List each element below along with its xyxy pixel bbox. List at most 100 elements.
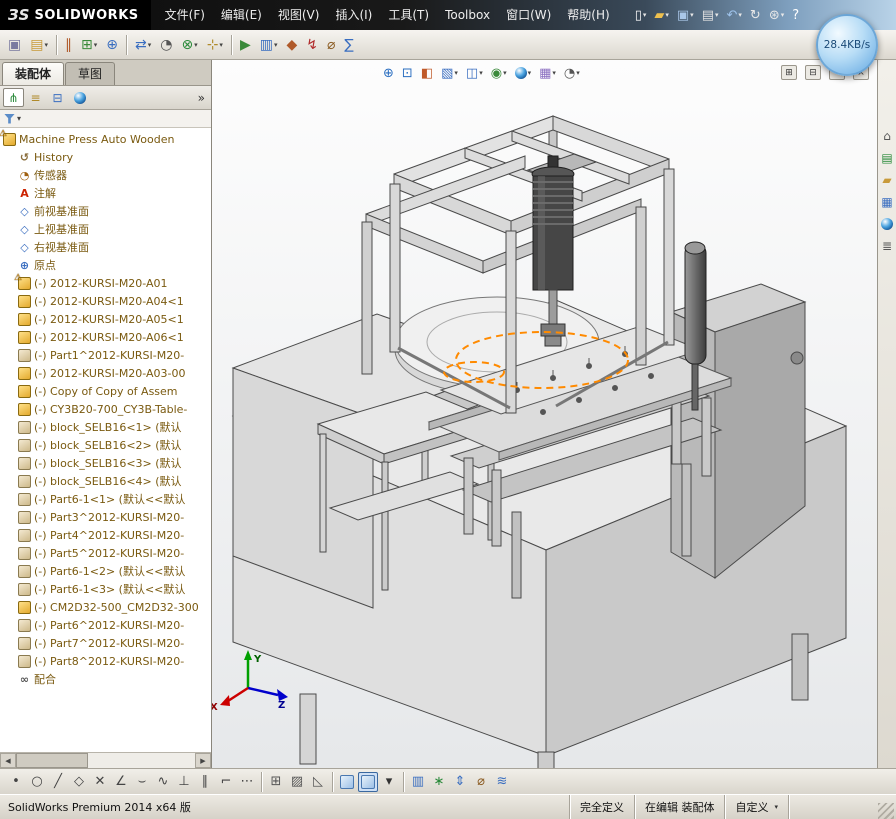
help-button[interactable]: ? — [789, 4, 802, 26]
hide-show-items-button[interactable]: ◉ ▾ — [488, 63, 510, 83]
propertymanager-tab-icon[interactable]: ≡ — [25, 88, 46, 107]
menu-item-0[interactable]: 文件(F) — [157, 0, 213, 30]
model-canvas[interactable]: Y Z X — [212, 60, 877, 768]
open-document-button[interactable]: ▰ ▾ — [651, 4, 672, 26]
assembly-features-button[interactable]: ⊗ ▾ — [177, 33, 201, 57]
options-button[interactable]: ⊛ ▾ — [766, 4, 787, 26]
tree-item-front-plane[interactable]: ◇ 前视基准面 — [0, 202, 211, 220]
tree-item-top-plane[interactable]: ◇ 上视基准面 — [0, 220, 211, 238]
assembly-xpert-button[interactable]: ∗ — [429, 772, 449, 792]
tree-item-a05[interactable]: (-) 2012-KURSI-M20-A05<1 — [0, 310, 211, 328]
grid-snap-button[interactable]: ⊞ — [266, 772, 286, 792]
design-library-icon[interactable]: ▤ — [879, 150, 895, 166]
move-component-button[interactable]: ⇄ ▾ — [131, 33, 155, 57]
panel-horizontal-scrollbar[interactable]: ◀ ▶ — [0, 752, 211, 768]
tree-item-sensors[interactable]: ◔ 传感器 — [0, 166, 211, 184]
view-normal-button[interactable] — [337, 772, 357, 792]
scroll-left-arrow[interactable]: ◀ — [0, 753, 16, 768]
custom-properties-icon[interactable]: ≣ — [879, 238, 895, 254]
menu-item-2[interactable]: 视图(V) — [270, 0, 328, 30]
network-speed-overlay[interactable]: 28.4KB/s — [816, 14, 878, 76]
tree-item-part3[interactable]: (-) Part3^2012-KURSI-M20- — [0, 508, 211, 526]
mate-button[interactable]: ≋ — [492, 772, 512, 792]
status-custom-dropdown[interactable]: 自定义 ▾ — [724, 795, 788, 819]
mate-button[interactable]: ∥ — [61, 33, 76, 57]
sketch-arc-button[interactable]: ⌣ — [132, 772, 152, 792]
rebuild-button[interactable]: ↻ — [747, 4, 764, 26]
print-button[interactable]: ▤ ▾ — [699, 4, 722, 26]
save-button[interactable]: ▣ ▾ — [674, 4, 697, 26]
edit-appearance-button[interactable]: ▾ — [512, 63, 535, 83]
menu-item-4[interactable]: 工具(T) — [380, 0, 437, 30]
display-style-button[interactable]: ◫ ▾ — [463, 63, 486, 83]
doc-tile-icon[interactable]: ⊞ — [781, 65, 797, 80]
bill-of-materials-button[interactable]: ▥ ▾ — [256, 33, 282, 57]
sketch-spline-button[interactable]: ∿ — [153, 772, 173, 792]
tree-item-part6-1-2[interactable]: (-) Part6-1<2> (默认<<默认 — [0, 562, 211, 580]
tree-item-copy-assem[interactable]: (-) Copy of Copy of Assem — [0, 382, 211, 400]
motion-study-button[interactable]: ▶ — [236, 33, 255, 57]
measure-button[interactable]: ⌀ — [471, 772, 491, 792]
graphics-viewport[interactable]: Y Z X ⊕⊡◧▧▾◫▾◉▾▾▦▾◔▾ ⊞⊟‒× — [212, 60, 877, 768]
resize-grip[interactable] — [878, 803, 894, 819]
menu-item-7[interactable]: 帮助(H) — [559, 0, 617, 30]
configurationmanager-tab-icon[interactable]: ⊟ — [47, 88, 68, 107]
tree-item-cm2d32[interactable]: (-) CM2D32-500_CM2D32-300 — [0, 598, 211, 616]
view-isometric-button[interactable] — [358, 771, 378, 792]
tree-item-part6-1-1[interactable]: (-) Part6-1<1> (默认<<默认 — [0, 490, 211, 508]
insert-components-button[interactable]: ▤ ▾ — [26, 33, 52, 57]
tree-item-block-selb16-2[interactable]: (-) block_SELB16<2> (默认 — [0, 436, 211, 454]
section-view-button[interactable]: ◧ — [418, 63, 436, 83]
menu-item-5[interactable]: Toolbox — [437, 0, 498, 30]
tree-item-origin[interactable]: ⊕ 原点 — [0, 256, 211, 274]
reference-geometry-button[interactable]: ⊹ ▾ — [203, 33, 227, 57]
featuremanager-tab-icon[interactable]: ⋔ — [3, 88, 24, 107]
tree-item-part8[interactable]: (-) Part8^2012-KURSI-M20- — [0, 652, 211, 670]
zoom-fit-button[interactable]: ⊕ — [380, 63, 397, 83]
tree-item-right-plane[interactable]: ◇ 右视基准面 — [0, 238, 211, 256]
new-document-button[interactable]: ▯ ▾ — [632, 4, 650, 26]
sketch-pattern-button[interactable]: ⋯ — [237, 772, 257, 792]
view-settings-button[interactable]: ◔ ▾ — [561, 63, 583, 83]
scroll-thumb[interactable] — [16, 753, 88, 768]
tree-item-a06[interactable]: (-) 2012-KURSI-M20-A06<1 — [0, 328, 211, 346]
apply-scene-button[interactable]: ▦ ▾ — [536, 63, 559, 83]
sketch-point-button[interactable]: • — [6, 772, 26, 792]
doc-restore-icon[interactable]: ⊟ — [805, 65, 821, 80]
tree-item-cy3b20[interactable]: (-) CY3B20-700_CY3B-Table- — [0, 400, 211, 418]
tree-item-annotations[interactable]: A 注解 — [0, 184, 211, 202]
view-palette-icon[interactable]: ▦ — [879, 194, 895, 210]
tree-item-part5[interactable]: (-) Part5^2012-KURSI-M20- — [0, 544, 211, 562]
tree-item-part7[interactable]: (-) Part7^2012-KURSI-M20- — [0, 634, 211, 652]
tree-item-part4[interactable]: (-) Part4^2012-KURSI-M20- — [0, 526, 211, 544]
tree-item-part6-1-3[interactable]: (-) Part6-1<3> (默认<<默认 — [0, 580, 211, 598]
undo-button[interactable]: ↶ ▾ — [724, 4, 745, 26]
sketch-perpendicular-button[interactable]: ⊥ — [174, 772, 194, 792]
tree-item-block-selb16-3[interactable]: (-) block_SELB16<3> (默认 — [0, 454, 211, 472]
tab-assembly[interactable]: 装配体 — [2, 62, 65, 85]
menu-item-1[interactable]: 编辑(E) — [213, 0, 270, 30]
smart-fasteners-button[interactable]: ⊕ — [102, 33, 122, 57]
file-explorer-icon[interactable]: ▰ — [879, 172, 895, 188]
menu-item-3[interactable]: 插入(I) — [327, 0, 380, 30]
menu-item-6[interactable]: 窗口(W) — [498, 0, 559, 30]
tree-item-block-selb16-1[interactable]: (-) block_SELB16<1> (默认 — [0, 418, 211, 436]
tree-item-a01[interactable]: ⚠ (-) 2012-KURSI-M20-A01 — [0, 273, 211, 292]
tree-item-block-selb16-4[interactable]: (-) block_SELB16<4> (默认 — [0, 472, 211, 490]
tree-item-part1[interactable]: (-) Part1^2012-KURSI-M20- — [0, 346, 211, 364]
hatch-button[interactable]: ▨ — [287, 772, 307, 792]
sketch-cross-button[interactable]: ✕ — [90, 772, 110, 792]
tree-item-mates[interactable]: ∞ 配合 — [0, 670, 211, 688]
zoom-area-button[interactable]: ⊡ — [399, 63, 416, 83]
exploded-view-button[interactable]: ◆ — [282, 33, 301, 57]
tree-item-history[interactable]: ↺ History — [0, 148, 211, 166]
tree-item-a04[interactable]: (-) 2012-KURSI-M20-A04<1 — [0, 292, 211, 310]
sketch-angle-button[interactable]: ∠ — [111, 772, 131, 792]
edit-component-button[interactable]: ▣ — [4, 33, 25, 57]
tab-sketch[interactable]: 草图 — [65, 62, 116, 85]
tree-item-part6[interactable]: (-) Part6^2012-KURSI-M20- — [0, 616, 211, 634]
sketch-corner-button[interactable]: ⌐ — [216, 772, 236, 792]
task-pane-home-icon[interactable]: ⌂ — [879, 128, 895, 144]
scroll-right-arrow[interactable]: ▶ — [195, 753, 211, 768]
section-tool-button[interactable]: ▥ — [408, 772, 428, 792]
